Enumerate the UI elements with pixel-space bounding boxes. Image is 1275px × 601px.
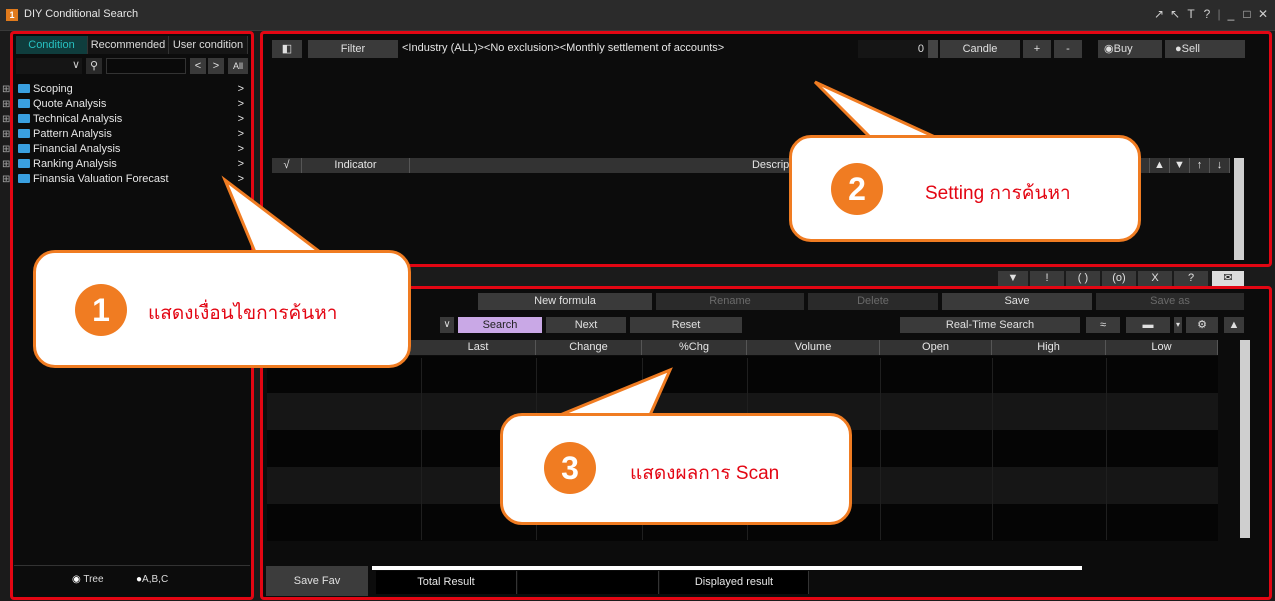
callout-label-1: แสดงเงื่อนไขการค้นหา bbox=[148, 303, 338, 324]
callout-label-2: Setting การค้นหา bbox=[925, 183, 1071, 204]
callout-badge-2: 2 bbox=[831, 163, 883, 215]
callout-label-3: แสดงผลการ Scan bbox=[630, 463, 780, 484]
callout-badge-1: 1 bbox=[75, 284, 127, 336]
callout-badge-3: 3 bbox=[544, 442, 596, 494]
